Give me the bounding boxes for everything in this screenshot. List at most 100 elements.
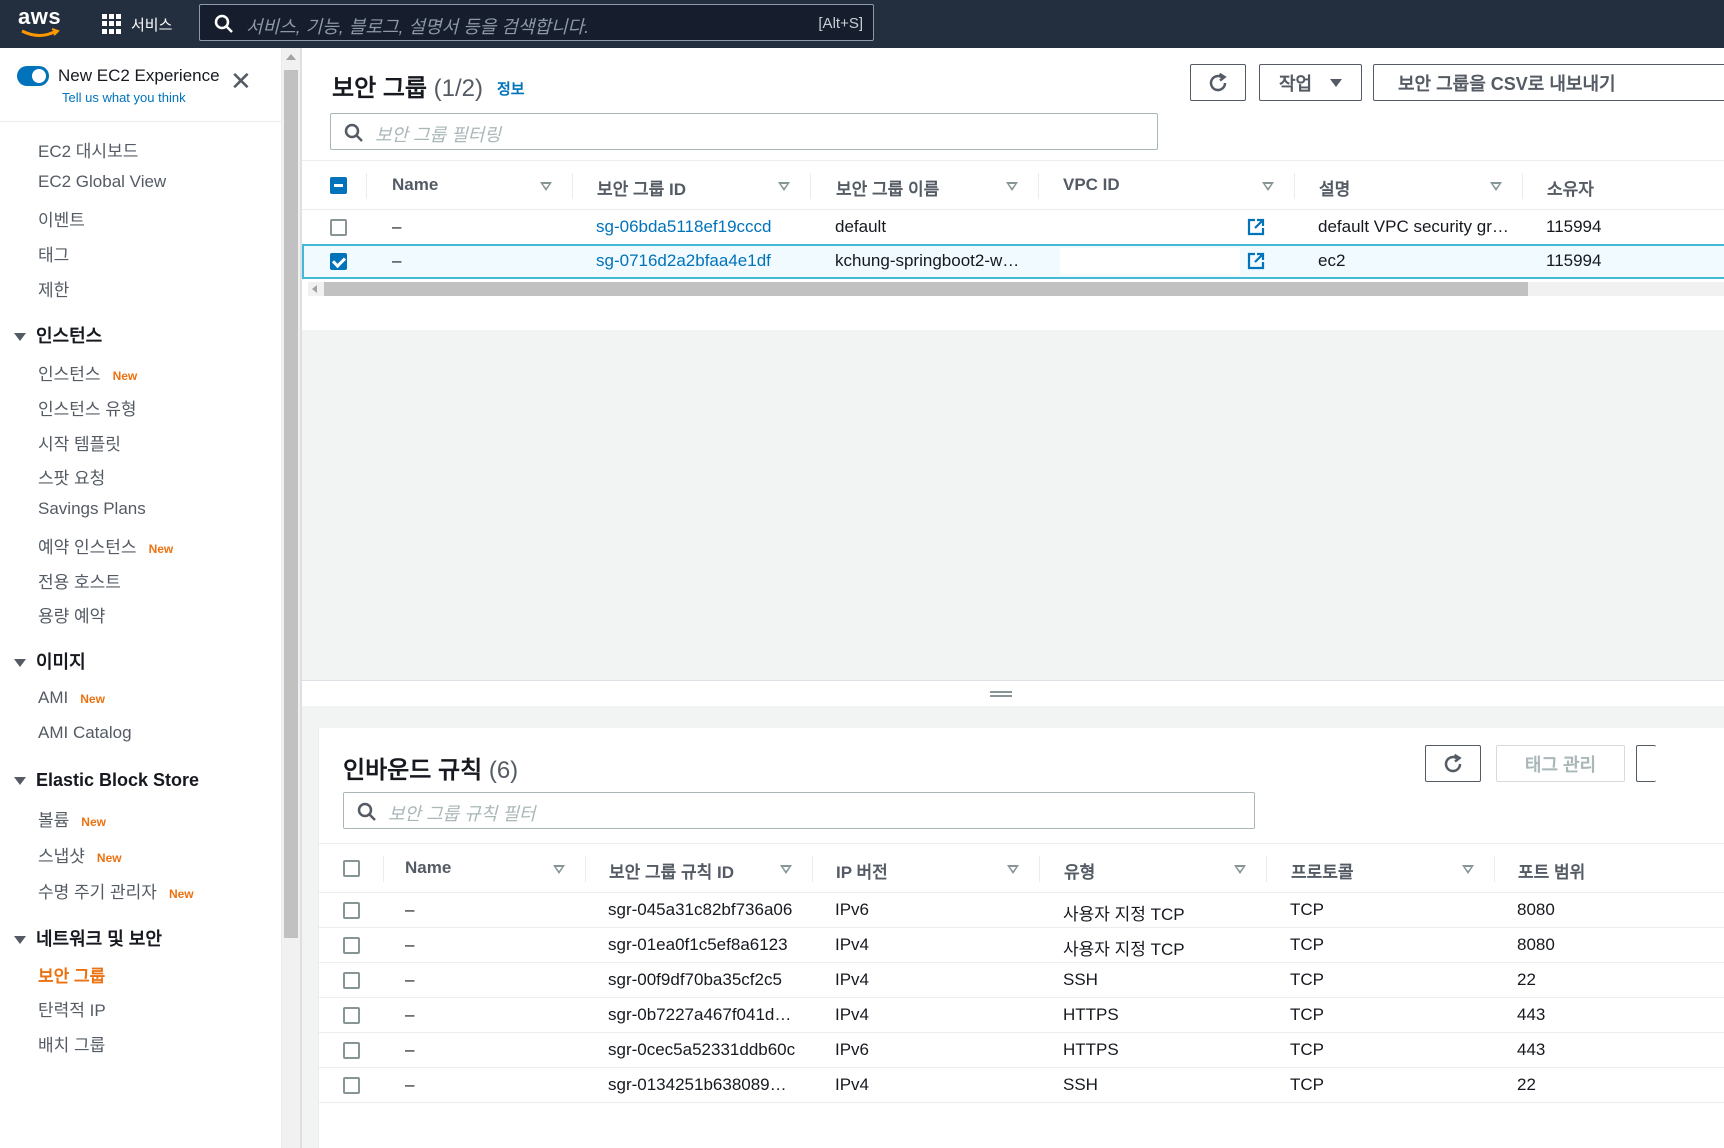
sidebar-item-instance-types[interactable]: 인스턴스 유형 bbox=[38, 395, 137, 420]
column-header-description[interactable]: 설명 bbox=[1319, 175, 1350, 200]
table-row[interactable]: – sgr-00f9df70ba35cf2c5 IPv4 SSH TCP 22 bbox=[319, 963, 1724, 998]
sort-icon[interactable] bbox=[1234, 865, 1246, 874]
security-groups-panel: 보안 그룹 (1/2) 정보 작업 보안 그룹을 CSV로 내보내기 보안 그룹… bbox=[302, 48, 1724, 680]
select-all-checkbox[interactable] bbox=[330, 177, 347, 194]
sidebar-item-dedicated-hosts[interactable]: 전용 호스트 bbox=[38, 568, 121, 593]
row-checkbox[interactable] bbox=[343, 1007, 360, 1024]
scroll-left-arrow-icon[interactable] bbox=[312, 285, 317, 293]
sort-icon[interactable] bbox=[778, 182, 790, 191]
sidebar-item-limits[interactable]: 제한 bbox=[38, 276, 69, 301]
column-header-group-id[interactable]: 보안 그룹 ID bbox=[597, 175, 686, 200]
global-search-input[interactable]: 서비스, 기능, 블로그, 설명서 등을 검색합니다. [Alt+S] bbox=[199, 4, 874, 41]
inbound-rule-filter-input[interactable]: 보안 그룹 규칙 필터 bbox=[343, 792, 1255, 829]
sort-icon[interactable] bbox=[780, 865, 792, 874]
cell-type: HTTPS bbox=[1063, 1005, 1119, 1024]
sidebar-item-lifecycle-manager[interactable]: 수명 주기 관리자 New bbox=[38, 878, 194, 903]
sidebar-section-images[interactable]: 이미지 bbox=[14, 648, 86, 674]
scrollbar-thumb[interactable] bbox=[284, 70, 298, 938]
sort-icon[interactable] bbox=[1490, 182, 1502, 191]
info-link[interactable]: 정보 bbox=[497, 78, 525, 99]
sort-icon[interactable] bbox=[553, 865, 565, 874]
external-link-icon[interactable] bbox=[1247, 252, 1265, 270]
sort-icon[interactable] bbox=[540, 182, 552, 191]
sidebar-item-placement-groups[interactable]: 배치 그룹 bbox=[38, 1031, 105, 1056]
sidebar-item-savings-plans[interactable]: Savings Plans bbox=[38, 499, 146, 519]
table-row[interactable]: – sgr-0cec5a52331ddb60c IPv6 HTTPS TCP 4… bbox=[319, 1033, 1724, 1068]
column-header-type[interactable]: 유형 bbox=[1064, 858, 1095, 883]
column-header-owner[interactable]: 소유자 bbox=[1547, 175, 1594, 200]
column-header-group-name[interactable]: 보안 그룹 이름 bbox=[836, 175, 939, 200]
sidebar-item-security-groups[interactable]: 보안 그룹 bbox=[38, 962, 105, 987]
sidebar-item-snapshots[interactable]: 스냅샷 New bbox=[38, 842, 122, 867]
sidebar-item-tags[interactable]: 태그 bbox=[38, 241, 69, 266]
cell-group-id-link[interactable]: sg-0716d2a2bfaa4e1df bbox=[596, 251, 771, 271]
sidebar-item-spot-requests[interactable]: 스팟 요청 bbox=[38, 464, 105, 489]
row-checkbox[interactable] bbox=[343, 972, 360, 989]
sidebar-scrollbar[interactable] bbox=[282, 48, 300, 1148]
row-checkbox[interactable] bbox=[343, 902, 360, 919]
sidebar-item-instances[interactable]: 인스턴스 New bbox=[38, 360, 137, 385]
actions-dropdown-button[interactable]: 작업 bbox=[1259, 64, 1362, 101]
sidebar-item-volumes[interactable]: 볼륨 New bbox=[38, 806, 106, 831]
table-row[interactable]: – sg-06bda5118ef19cccd default default V… bbox=[302, 210, 1724, 245]
row-checkbox-checked[interactable] bbox=[330, 253, 347, 270]
new-badge: New bbox=[168, 887, 194, 901]
feedback-link[interactable]: Tell us what you think bbox=[62, 90, 186, 105]
drag-handle-icon[interactable] bbox=[990, 691, 1012, 697]
caret-down-icon bbox=[14, 936, 26, 945]
close-icon[interactable]: ✕ bbox=[230, 68, 252, 94]
cell-type: 사용자 지정 TCP bbox=[1063, 905, 1185, 924]
table-row[interactable]: – sgr-0134251b638089… IPv4 SSH TCP 22 bbox=[319, 1068, 1724, 1103]
table-row[interactable]: – sgr-01ea0f1c5ef8a6123 IPv4 사용자 지정 TCP … bbox=[319, 928, 1724, 963]
sidebar-section-network-security[interactable]: 네트워크 및 보안 bbox=[14, 925, 162, 951]
sidebar-item-elastic-ips[interactable]: 탄력적 IP bbox=[38, 996, 106, 1021]
column-header-name[interactable]: Name bbox=[405, 858, 451, 878]
inbound-refresh-button[interactable] bbox=[1425, 745, 1481, 782]
sidebar-item-events[interactable]: 이벤트 bbox=[38, 206, 85, 231]
sidebar-item-global-view[interactable]: EC2 Global View bbox=[38, 172, 166, 192]
column-header-rule-id[interactable]: 보안 그룹 규칙 ID bbox=[609, 858, 734, 883]
cell-protocol: TCP bbox=[1290, 1075, 1324, 1094]
sidebar-item-ami-catalog[interactable]: AMI Catalog bbox=[38, 723, 132, 743]
search-icon bbox=[344, 123, 363, 142]
column-header-port-range[interactable]: 포트 범위 bbox=[1518, 858, 1585, 883]
new-experience-toggle[interactable] bbox=[17, 66, 49, 86]
sidebar-section-ebs[interactable]: Elastic Block Store bbox=[14, 770, 199, 791]
more-button[interactable] bbox=[1636, 745, 1656, 782]
scrollbar-thumb[interactable] bbox=[324, 282, 1528, 296]
services-menu-button[interactable]: 서비스 bbox=[102, 11, 172, 37]
column-header-vpc-id[interactable]: VPC ID bbox=[1063, 175, 1120, 195]
row-checkbox[interactable] bbox=[330, 219, 347, 236]
split-panel-divider[interactable] bbox=[302, 680, 1724, 706]
cell-rule-id: sgr-045a31c82bf736a06 bbox=[608, 900, 793, 919]
external-link-icon[interactable] bbox=[1247, 218, 1265, 236]
row-checkbox[interactable] bbox=[343, 1077, 360, 1094]
row-checkbox[interactable] bbox=[343, 1042, 360, 1059]
sort-icon[interactable] bbox=[1262, 182, 1274, 191]
sidebar-section-instances[interactable]: 인스턴스 bbox=[14, 322, 102, 348]
column-header-name[interactable]: Name bbox=[392, 175, 438, 195]
aws-logo[interactable]: aws bbox=[18, 6, 62, 40]
scroll-up-arrow-icon[interactable] bbox=[286, 54, 296, 60]
sidebar-item-ec2-dashboard[interactable]: EC2 대시보드 bbox=[38, 137, 138, 162]
export-csv-button[interactable]: 보안 그룹을 CSV로 내보내기 bbox=[1373, 64, 1724, 101]
horizontal-scrollbar[interactable] bbox=[308, 282, 1724, 296]
row-checkbox[interactable] bbox=[343, 937, 360, 954]
manage-tags-button[interactable]: 태그 관리 bbox=[1496, 745, 1625, 782]
table-row[interactable]: – sgr-0b7227a467f041d… IPv4 HTTPS TCP 44… bbox=[319, 998, 1724, 1033]
sidebar-item-ami[interactable]: AMI New bbox=[38, 688, 105, 708]
sidebar-item-reserved-instances[interactable]: 예약 인스턴스 New bbox=[38, 533, 173, 558]
cell-group-id-link[interactable]: sg-06bda5118ef19cccd bbox=[596, 217, 772, 237]
sort-icon[interactable] bbox=[1462, 865, 1474, 874]
sidebar-item-launch-templates[interactable]: 시작 템플릿 bbox=[38, 430, 121, 455]
column-header-ip-version[interactable]: IP 버전 bbox=[836, 858, 888, 883]
sort-icon[interactable] bbox=[1006, 182, 1018, 191]
sidebar-item-capacity-reservations[interactable]: 용량 예약 bbox=[38, 602, 105, 627]
refresh-button[interactable] bbox=[1190, 64, 1246, 101]
security-group-filter-input[interactable]: 보안 그룹 필터링 bbox=[330, 113, 1158, 150]
select-all-checkbox[interactable] bbox=[343, 860, 360, 877]
column-header-protocol[interactable]: 프로토콜 bbox=[1291, 858, 1354, 883]
table-row-selected[interactable]: – sg-0716d2a2bfaa4e1df kchung-springboot… bbox=[302, 244, 1724, 279]
table-row[interactable]: – sgr-045a31c82bf736a06 IPv6 사용자 지정 TCP … bbox=[319, 893, 1724, 928]
sort-icon[interactable] bbox=[1007, 865, 1019, 874]
